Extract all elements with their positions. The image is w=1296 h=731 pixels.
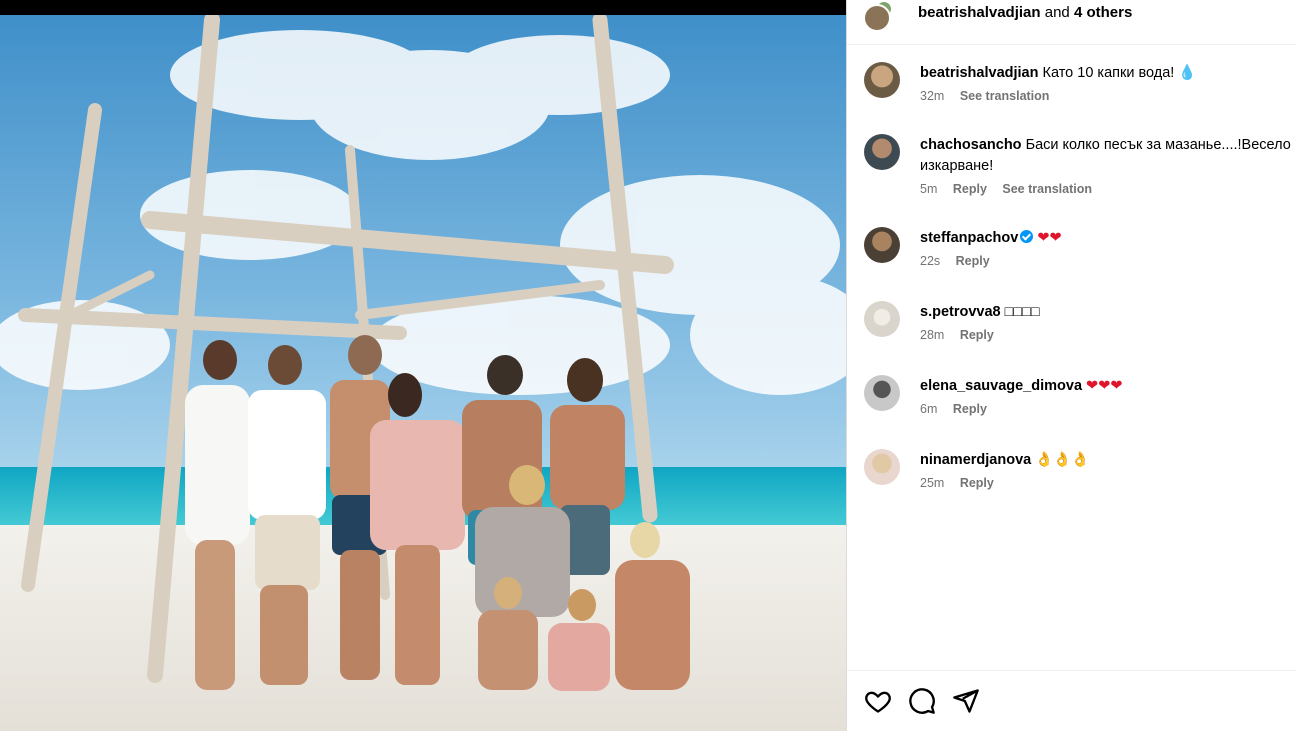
comment-username[interactable]: chachosancho	[920, 137, 1022, 153]
comment-icon[interactable]	[908, 687, 936, 715]
comment-text: ❤❤	[1037, 230, 1062, 246]
avatar[interactable]	[864, 134, 900, 170]
comment-username[interactable]: steffanpachov	[920, 230, 1018, 246]
comment-username[interactable]: ninamerdjanova	[920, 452, 1031, 468]
post-header: beatrishalvadjian and 4 others	[847, 0, 1296, 45]
comment-time[interactable]: 22s	[920, 254, 940, 268]
header-username[interactable]: beatrishalvadjian	[918, 4, 1041, 21]
reply-button[interactable]: Reply	[953, 182, 987, 196]
comment-text: □□□□	[1004, 304, 1040, 320]
comments-panel: beatrishalvadjian and 4 others beatrisha…	[846, 0, 1296, 731]
comment-text: Като 10 капки вода! 💧	[1042, 65, 1197, 81]
header-others-link[interactable]: 4 others	[1074, 4, 1132, 21]
comment-time[interactable]: 6m	[920, 402, 937, 416]
collab-avatars[interactable]	[863, 0, 903, 32]
comment-time[interactable]: 28m	[920, 328, 944, 342]
avatar[interactable]	[864, 375, 900, 411]
avatar[interactable]	[864, 227, 900, 263]
comment-time[interactable]: 25m	[920, 476, 944, 490]
comment-time[interactable]: 5m	[920, 182, 937, 196]
comment-username[interactable]: elena_sauvage_dimova	[920, 378, 1082, 394]
reply-button[interactable]: Reply	[960, 476, 994, 490]
comment-text: 👌👌👌	[1035, 452, 1090, 468]
see-translation-link[interactable]: See translation	[960, 89, 1050, 103]
share-icon[interactable]	[952, 687, 980, 715]
header-and-text: and	[1040, 4, 1074, 21]
photo-top-bar	[0, 0, 846, 15]
post-actions-bar	[847, 670, 1296, 731]
avatar[interactable]	[863, 4, 891, 32]
comment-text: ❤❤❤	[1086, 378, 1123, 394]
reply-button[interactable]: Reply	[953, 402, 987, 416]
reply-button[interactable]: Reply	[956, 254, 990, 268]
heart-icon[interactable]	[864, 687, 892, 715]
see-translation-link[interactable]: See translation	[1002, 182, 1092, 196]
avatar[interactable]	[864, 449, 900, 485]
post-author-line[interactable]: beatrishalvadjian and 4 others	[918, 4, 1132, 21]
comment-username[interactable]: beatrishalvadjian	[920, 65, 1038, 81]
comment-time[interactable]: 32m	[920, 89, 944, 103]
verified-badge-icon	[1020, 230, 1034, 243]
reply-button[interactable]: Reply	[960, 328, 994, 342]
avatar[interactable]	[864, 62, 900, 98]
beach-group-photo	[0, 15, 846, 731]
avatar[interactable]	[864, 301, 900, 337]
comment-username[interactable]: s.petrovva8	[920, 304, 1001, 320]
post-photo[interactable]	[0, 0, 846, 731]
